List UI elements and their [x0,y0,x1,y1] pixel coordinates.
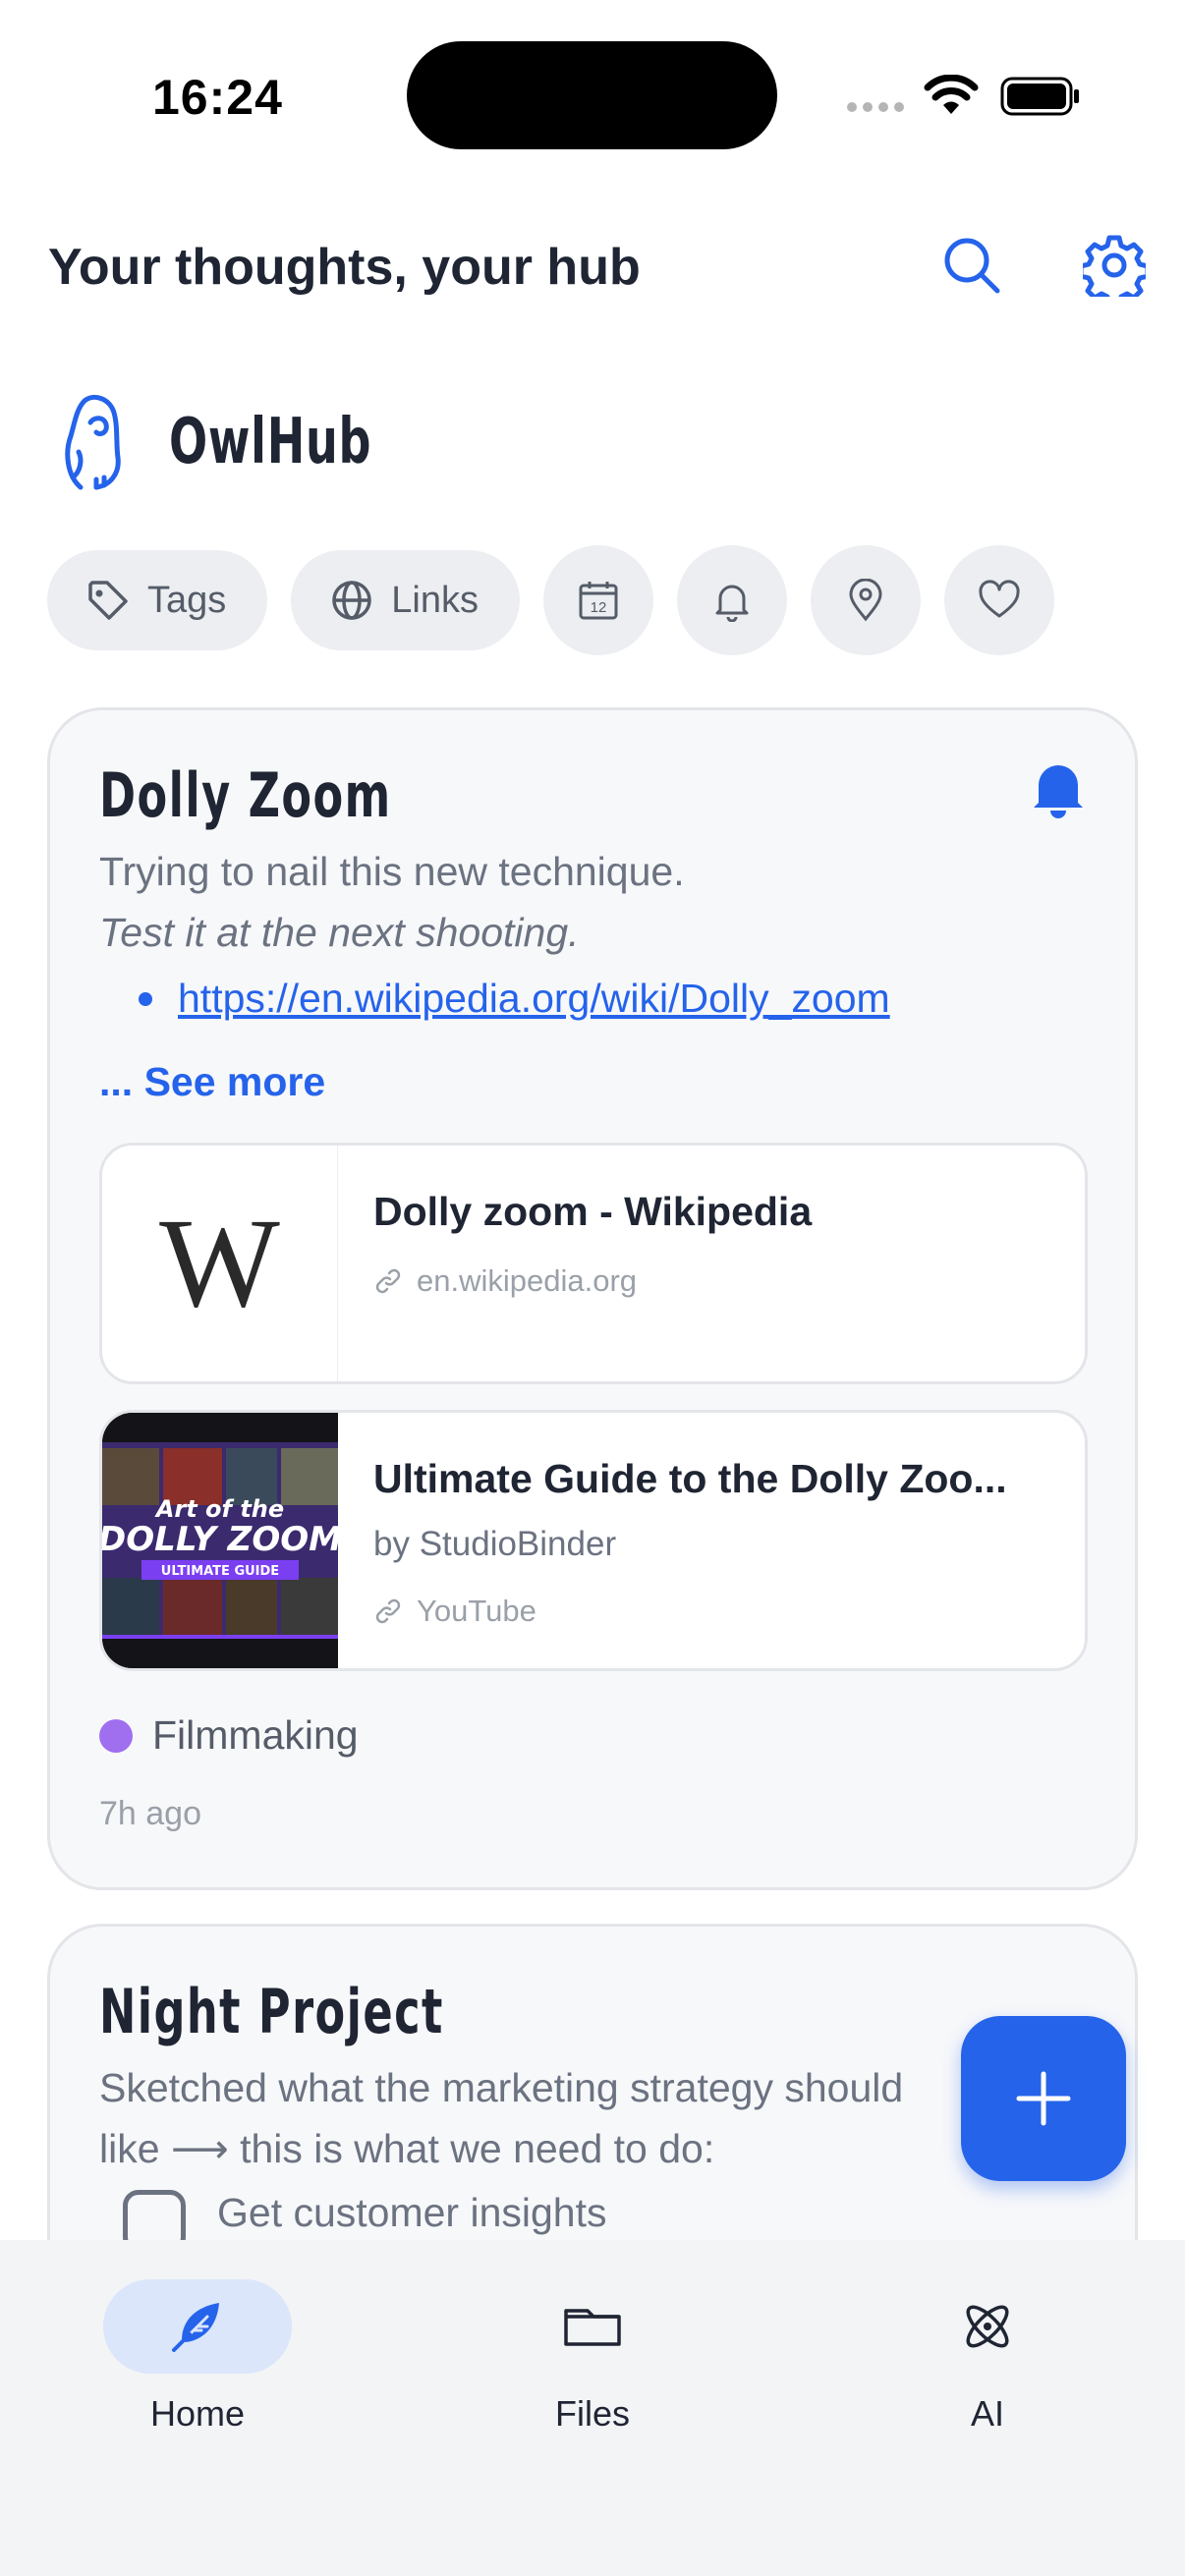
link-title: Dolly zoom - Wikipedia [373,1189,813,1234]
filter-calendar[interactable]: 12 [543,545,653,655]
feather-icon [172,2303,219,2352]
nav-files-pill [498,2279,687,2374]
link-domain: YouTube [373,1594,536,1629]
note-text-italic: Test it at the next shooting. [99,910,580,955]
see-more-link[interactable]: ... See more [99,1059,325,1105]
bell-icon[interactable] [1031,759,1086,818]
calendar-icon: 12 [579,582,618,620]
link-title: Ultimate Guide to the Dolly Zoo... [373,1456,1007,1501]
nav-home-pill [103,2279,292,2374]
add-note-button[interactable] [961,2016,1126,2181]
nav-files-label: Files [554,2393,630,2434]
filter-bar: Tags Links 12 [47,545,1054,655]
note-title: Night Project [99,1976,444,2047]
owl-icon [65,395,121,490]
status-bar: 16:24 [0,0,1185,187]
link-subtitle: by StudioBinder [373,1525,617,1563]
filter-tags-label: Tags [147,579,227,621]
filter-location[interactable] [811,545,921,655]
battery-icon [1000,77,1079,116]
nav-home-label: Home [149,2393,246,2434]
nav-files[interactable]: Files [475,2279,710,2435]
link-preview-card[interactable]: Art of the DOLLY ZOOM ULTIMATE GUIDE Ult… [99,1410,1088,1671]
filter-reminders[interactable] [677,545,787,655]
link-icon [375,1598,401,1624]
checklist-item-label: Get customer insights [217,2190,607,2235]
plus-icon [1016,2071,1071,2126]
wikipedia-logo: W [159,1193,280,1334]
note-text: like ⟶ this is what we need to do: [99,2126,715,2171]
heart-icon [979,580,1020,618]
globe-icon [332,581,372,620]
status-time: 16:24 [152,70,283,125]
tag-label: Filmmaking [152,1712,359,1758]
atom-icon [966,2305,1009,2348]
timestamp: 7h ago [99,1795,201,1832]
brand-name: OwlHub [169,406,372,478]
nav-ai-label: AI [970,2393,1004,2434]
gear-icon[interactable] [1081,232,1148,299]
link-icon [375,1268,401,1294]
folder-icon [564,2309,621,2346]
svg-text:12: 12 [591,599,607,616]
link-preview-card[interactable]: W Dolly zoom - Wikipedia en.wikipedia.or… [99,1143,1088,1384]
filter-favorites[interactable] [944,545,1054,655]
location-pin-icon [849,579,882,622]
wifi-icon [924,75,979,114]
note-title: Dolly Zoom [99,759,392,831]
link-domain-text: YouTube [417,1594,536,1628]
thumb-text: Art of the [154,1495,284,1523]
filter-links[interactable]: Links [291,550,520,650]
bell-icon [715,585,749,622]
signal-icon [847,102,904,112]
note-link-text: https://en.wikipedia.org/wiki/Dolly_zoom [178,976,890,1021]
tag-badge[interactable]: Filmmaking [99,1712,359,1759]
tag-color-dot [99,1718,133,1753]
nav-ai-pill [893,2279,1082,2374]
link-domain-text: en.wikipedia.org [417,1263,638,1298]
tag-icon [88,581,128,620]
note-text: Sketched what the marketing strategy sho… [99,2065,904,2110]
filter-tags[interactable]: Tags [47,550,268,650]
bottom-nav: Home Files AI [0,2240,1185,2576]
nav-home[interactable]: Home [80,2279,315,2435]
dynamic-island [407,41,777,149]
thumb-text: ULTIMATE GUIDE [161,1564,279,1579]
note-link[interactable]: https://en.wikipedia.org/wiki/Dolly_zoom [139,976,890,1022]
note-text: Trying to nail this new technique. [99,849,685,894]
bullet [139,991,152,1006]
wikipedia-thumbnail: W [102,1146,338,1381]
brand: OwlHub [61,393,450,491]
note-card[interactable]: Dolly Zoom Trying to nail this new techn… [47,707,1138,1890]
filter-links-label: Links [391,579,479,621]
page-title: Your thoughts, your hub [48,239,641,296]
nav-ai[interactable]: AI [870,2279,1105,2435]
video-thumbnail: Art of the DOLLY ZOOM ULTIMATE GUIDE [102,1413,338,1668]
link-domain: en.wikipedia.org [373,1263,637,1299]
search-icon[interactable] [938,232,1005,299]
thumb-text: DOLLY ZOOM [102,1520,338,1559]
